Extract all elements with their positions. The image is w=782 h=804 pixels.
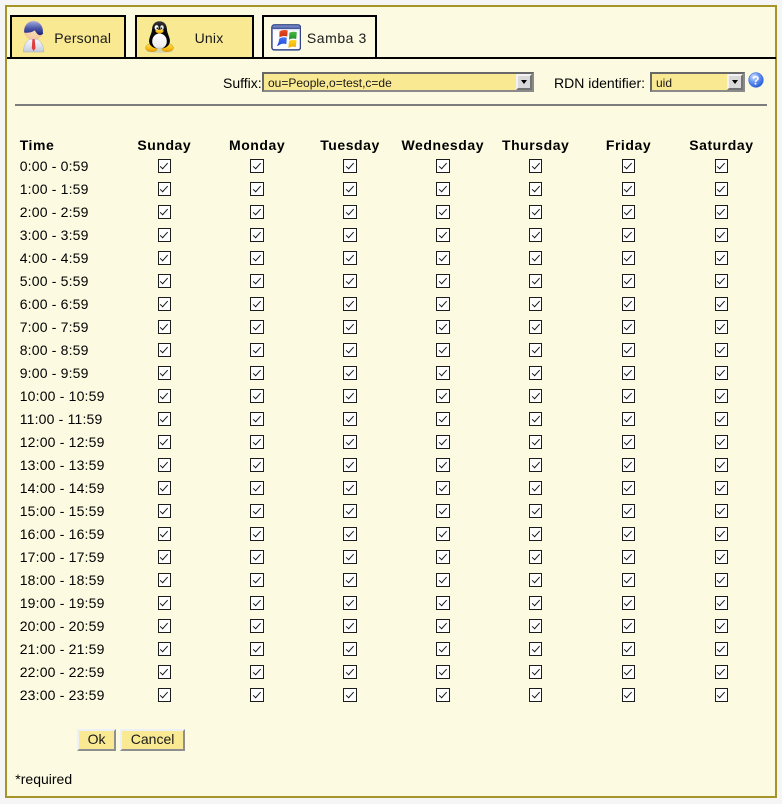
svg-text:?: ? <box>752 73 759 87</box>
